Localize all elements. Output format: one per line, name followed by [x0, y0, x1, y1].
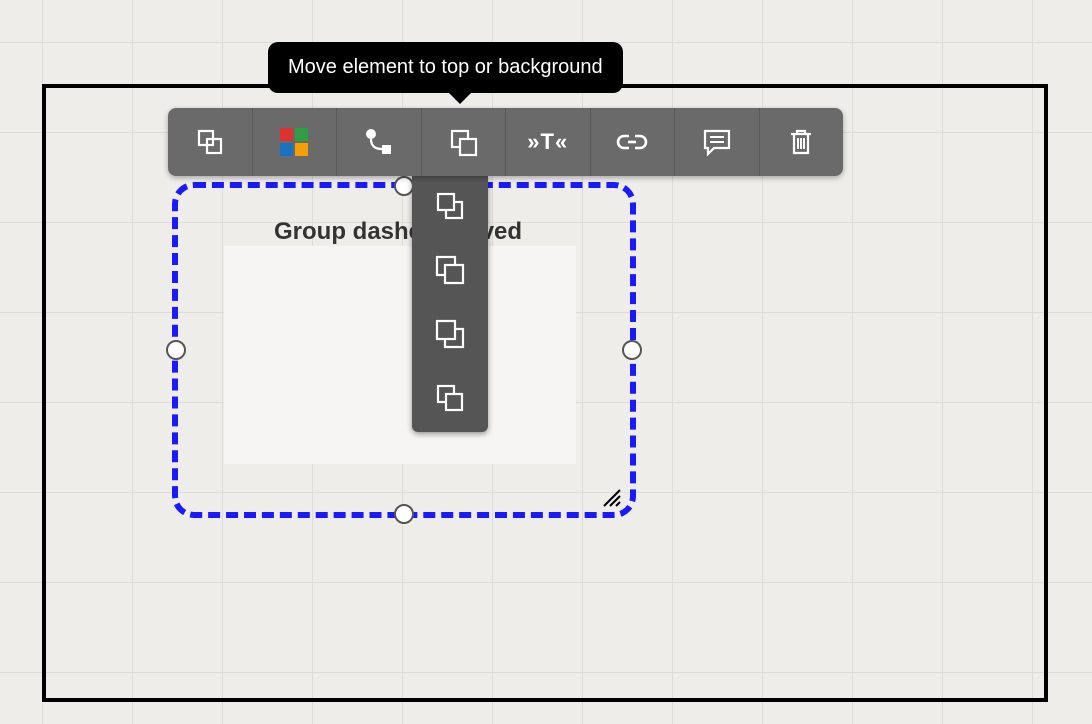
- bring-forward-button[interactable]: [412, 240, 488, 304]
- trash-icon: [788, 127, 814, 157]
- copy-button[interactable]: [168, 108, 253, 176]
- layer-order-icon: [447, 126, 479, 158]
- context-toolbar: »T«: [168, 108, 843, 176]
- layer-order-submenu: [412, 176, 488, 432]
- comment-button[interactable]: [675, 108, 760, 176]
- comment-icon: [702, 128, 732, 156]
- bring-forward-icon: [433, 253, 467, 292]
- text-style-icon: »T«: [527, 129, 568, 155]
- selected-inner-shape[interactable]: [224, 246, 576, 464]
- link-button[interactable]: [591, 108, 676, 176]
- bring-to-front-icon: [434, 190, 466, 227]
- resize-handle-top[interactable]: [394, 176, 414, 196]
- text-style-button[interactable]: »T«: [506, 108, 591, 176]
- send-to-back-button[interactable]: [412, 368, 488, 432]
- link-icon: [615, 132, 649, 152]
- selection-bounds[interactable]: Group dashed curved: [172, 182, 636, 518]
- resize-handle-right[interactable]: [622, 340, 642, 360]
- connector-button[interactable]: [337, 108, 422, 176]
- layer-order-button[interactable]: [422, 108, 507, 176]
- send-backward-icon: [433, 317, 467, 356]
- copy-icon: [195, 127, 225, 157]
- resize-handle-corner[interactable]: [600, 486, 624, 510]
- delete-button[interactable]: [760, 108, 844, 176]
- resize-handle-bottom[interactable]: [394, 504, 414, 524]
- send-to-back-icon: [434, 382, 466, 419]
- color-palette-icon: [280, 128, 308, 156]
- resize-handle-left[interactable]: [166, 340, 186, 360]
- tooltip-text: Move element to top or background: [288, 56, 603, 78]
- color-button[interactable]: [253, 108, 338, 176]
- connector-icon: [362, 127, 396, 157]
- tooltip: Move element to top or background: [268, 42, 623, 93]
- send-backward-button[interactable]: [412, 304, 488, 368]
- bring-to-front-button[interactable]: [412, 176, 488, 240]
